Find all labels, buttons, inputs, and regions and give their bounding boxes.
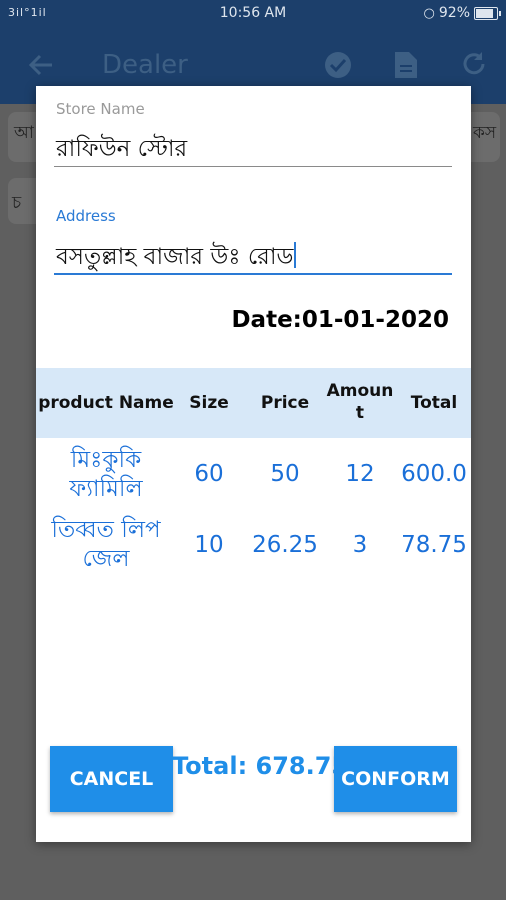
table-header: product Name Size Price Amount Total <box>36 368 471 438</box>
battery-fill <box>476 8 493 18</box>
background-text-2: চ <box>12 193 22 213</box>
product-name-line1: তিব্বত লিপ <box>51 517 161 543</box>
size-cell: 60 <box>194 461 224 487</box>
product-name-cell: মিঃকুকি ফ্যামিলি <box>36 446 176 504</box>
header-size: Size <box>189 393 229 413</box>
battery-icon <box>474 6 501 20</box>
address-underline <box>54 273 452 275</box>
order-date: Date:01-01-2020 <box>231 307 449 333</box>
amount-cell: 3 <box>352 532 368 558</box>
header-price: Price <box>260 393 310 413</box>
cancel-button[interactable]: CANCEL <box>50 746 173 812</box>
price-cell: 50 <box>270 461 300 487</box>
total-cell: 600.0 <box>401 461 467 487</box>
store-name-input[interactable]: রাফিউন স্টোর <box>56 130 187 169</box>
battery-percent: 92% <box>438 5 470 21</box>
order-dialog: Store Name রাফিউন স্টোর Address বসতুল্লা… <box>36 86 471 842</box>
size-cell: 10 <box>194 532 224 558</box>
background-text-1: আ <box>14 123 34 143</box>
address-value: বসতুল্লাহ বাজার উঃ রোড <box>56 244 294 270</box>
amount-cell: 12 <box>345 461 375 487</box>
grand-total: Total: 678.75 <box>172 752 349 780</box>
status-bar: 3il°1il 10:56 AM ○ 92% <box>0 0 506 28</box>
status-right: ○ 92% <box>423 5 501 21</box>
product-name-cell: তিব্বত লিপ জেল <box>36 516 176 574</box>
product-name-line1: মিঃকুকি <box>70 447 142 473</box>
header-product-name: product Name <box>38 393 174 413</box>
back-arrow-icon[interactable] <box>26 50 56 84</box>
background-text-3: কস <box>473 123 497 143</box>
store-name-underline <box>54 166 452 167</box>
check-circle-icon[interactable] <box>323 50 353 84</box>
text-cursor <box>294 242 297 268</box>
refresh-icon[interactable] <box>459 50 489 84</box>
data-saver-icon: ○ <box>423 5 435 21</box>
price-cell: 26.25 <box>252 532 318 558</box>
address-label: Address <box>56 207 116 225</box>
product-name-line2: ফ্যামিলি <box>69 476 143 502</box>
header-total: Total <box>410 393 458 413</box>
confirm-button[interactable]: CONFORM <box>334 746 457 812</box>
address-input[interactable]: বসতুল্লাহ বাজার উঃ রোড <box>56 238 297 277</box>
document-icon[interactable] <box>393 50 419 84</box>
product-name-line2: জেল <box>82 546 130 572</box>
app-title: Dealer <box>102 50 188 80</box>
total-cell: 78.75 <box>401 532 467 558</box>
store-name-label: Store Name <box>56 100 145 118</box>
header-amount: Amount <box>326 381 394 423</box>
